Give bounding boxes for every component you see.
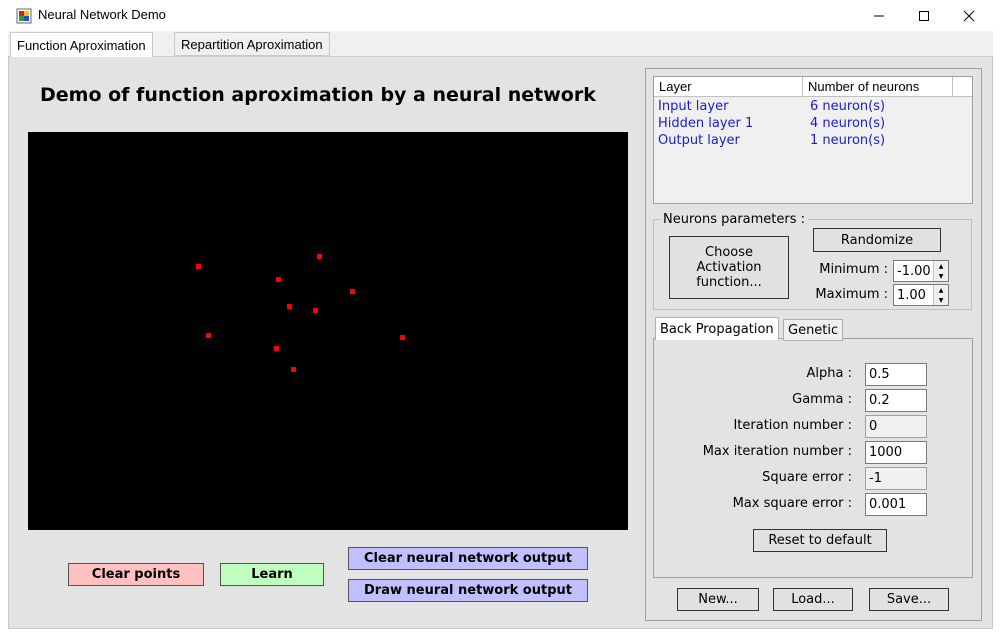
app-icon: [16, 8, 32, 24]
column-header-layer[interactable]: Layer: [654, 77, 803, 97]
iteration-number-label: Iteration number :: [733, 418, 852, 433]
up-arrow-icon[interactable]: ▲: [939, 287, 944, 294]
minimize-button[interactable]: [856, 0, 902, 31]
close-button[interactable]: [946, 0, 992, 31]
data-point: [196, 264, 201, 269]
spinner-arrows[interactable]: ▲ ▼: [933, 261, 948, 281]
tab-repartition-aproximation[interactable]: Repartition Aproximation: [174, 32, 330, 56]
tab-function-aproximation[interactable]: Function Aproximation: [10, 32, 153, 57]
data-point: [400, 335, 405, 340]
save-button[interactable]: Save...: [869, 588, 949, 611]
column-header-filler: [953, 77, 972, 97]
clear-nn-output-button[interactable]: Clear neural network output: [348, 547, 588, 570]
layer-name[interactable]: Input layer: [658, 99, 728, 114]
maximum-value: 1.00: [897, 287, 926, 303]
drawing-canvas[interactable]: [28, 132, 628, 530]
down-arrow-icon[interactable]: ▼: [939, 297, 944, 304]
reset-to-default-button[interactable]: Reset to default: [753, 529, 887, 552]
window-title: Neural Network Demo: [38, 7, 166, 22]
background-strip: [0, 95, 8, 375]
maximum-spinner[interactable]: 1.00 ▲ ▼: [893, 284, 949, 306]
choose-activation-button[interactable]: Choose Activation function...: [669, 236, 789, 299]
page-title: Demo of function aproximation by a neura…: [40, 84, 596, 106]
data-point: [274, 346, 279, 351]
randomize-button[interactable]: Randomize: [813, 228, 941, 252]
max-square-error-label: Max square error :: [732, 496, 852, 511]
data-point: [276, 277, 281, 282]
minimum-value: -1.00: [897, 263, 931, 279]
spinner-arrows[interactable]: ▲ ▼: [933, 285, 948, 305]
new-button[interactable]: New...: [677, 588, 759, 611]
tab-back-propagation[interactable]: Back Propagation: [655, 317, 779, 340]
gamma-label: Gamma :: [792, 392, 852, 407]
gamma-input[interactable]: 0.2: [865, 389, 927, 412]
data-point: [206, 333, 211, 338]
close-icon: [963, 10, 975, 21]
layer-neurons[interactable]: 1 neuron(s): [810, 133, 885, 148]
minimize-icon: [874, 15, 884, 16]
minimum-label: Minimum :: [819, 262, 888, 277]
data-point: [287, 304, 292, 309]
column-header-neurons[interactable]: Number of neurons: [803, 77, 953, 97]
maximize-icon: [919, 10, 929, 21]
minimum-spinner[interactable]: -1.00 ▲ ▼: [893, 260, 949, 282]
max-iteration-input[interactable]: 1000: [865, 441, 927, 464]
max-iteration-label: Max iteration number :: [702, 444, 852, 459]
data-point: [350, 289, 355, 294]
tab-genetic[interactable]: Genetic: [783, 319, 844, 341]
square-error-field: -1: [865, 467, 927, 490]
layer-name[interactable]: Hidden layer 1: [658, 116, 753, 131]
learn-button[interactable]: Learn: [220, 563, 324, 586]
tab-strip: [8, 31, 993, 58]
iteration-number-field: 0: [865, 415, 927, 438]
clear-points-button[interactable]: Clear points: [68, 563, 204, 586]
data-point: [313, 308, 318, 313]
square-error-label: Square error :: [762, 470, 852, 485]
neurons-parameters-legend: Neurons parameters :: [660, 212, 809, 227]
layer-neurons[interactable]: 4 neuron(s): [810, 116, 885, 131]
alpha-label: Alpha :: [806, 366, 852, 381]
load-button[interactable]: Load...: [773, 588, 853, 611]
max-square-error-input[interactable]: 0.001: [865, 493, 927, 516]
maximize-button[interactable]: [901, 0, 947, 31]
up-arrow-icon[interactable]: ▲: [939, 263, 944, 270]
maximum-label: Maximum :: [815, 287, 888, 302]
layer-neurons[interactable]: 6 neuron(s): [810, 99, 885, 114]
data-point: [317, 254, 322, 259]
alpha-input[interactable]: 0.5: [865, 363, 927, 386]
data-point: [291, 367, 296, 372]
layer-name[interactable]: Output layer: [658, 133, 740, 148]
down-arrow-icon[interactable]: ▼: [939, 273, 944, 280]
draw-nn-output-button[interactable]: Draw neural network output: [348, 579, 588, 602]
